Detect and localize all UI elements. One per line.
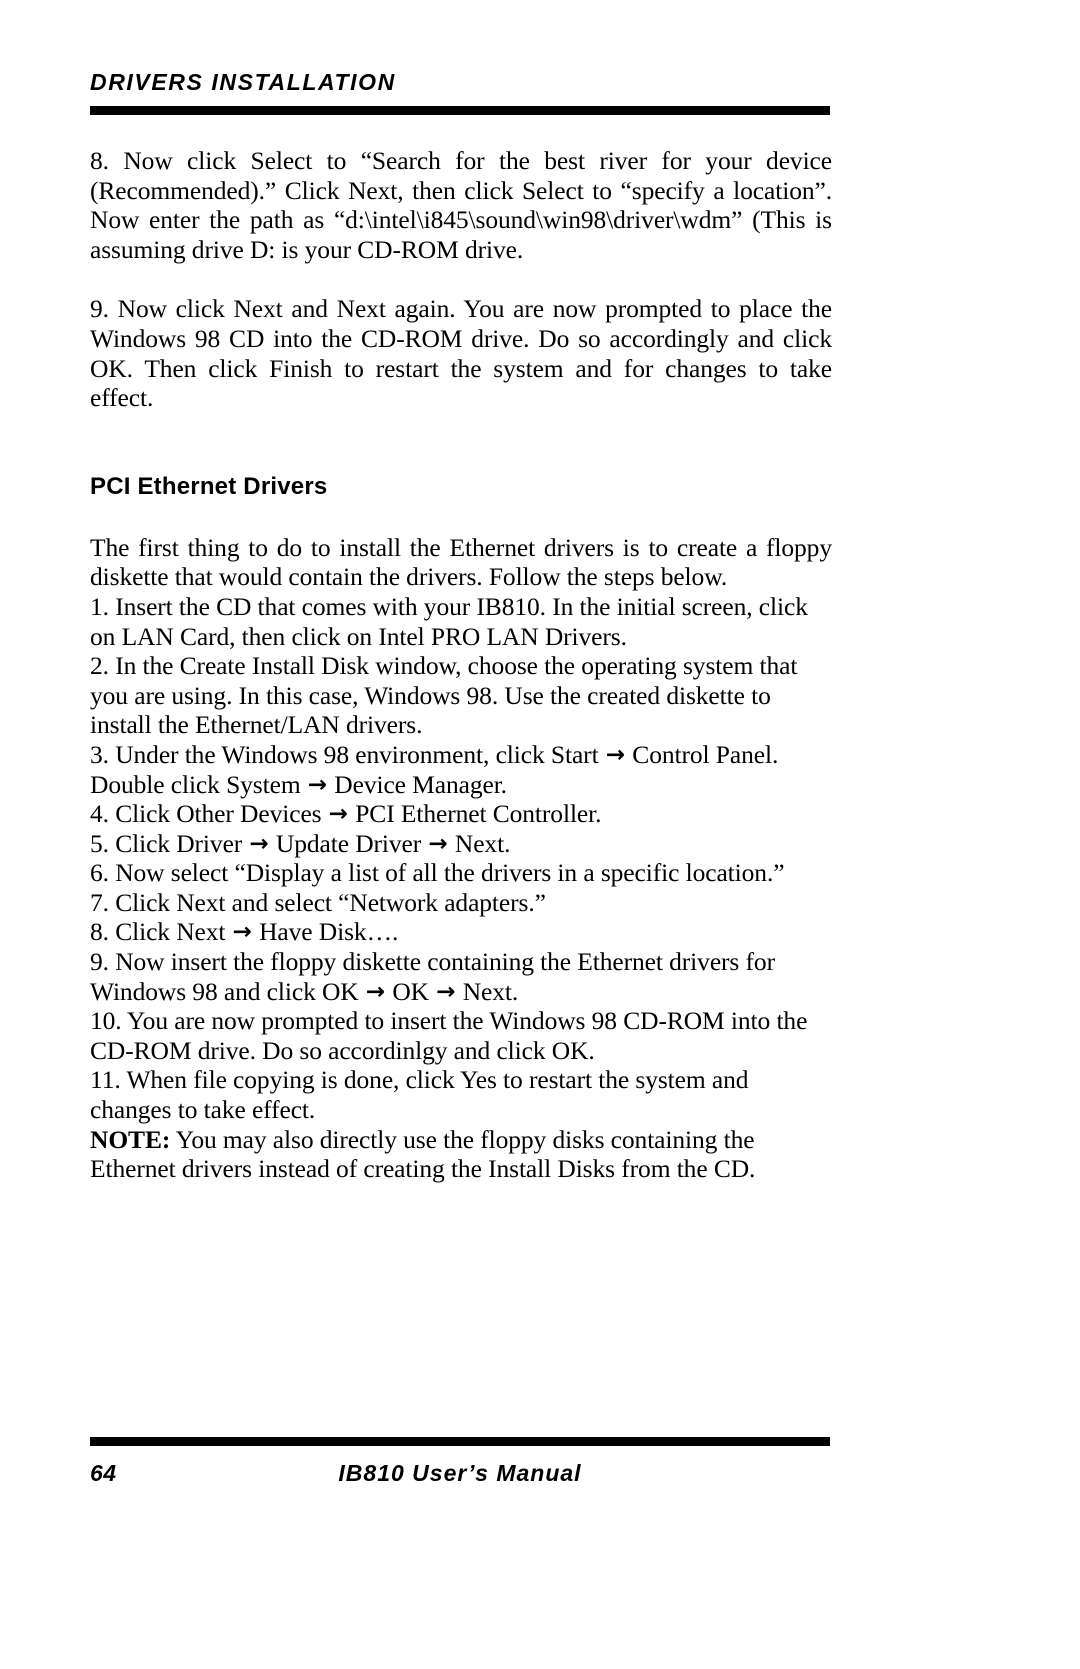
step-text: Next. [456,976,519,1006]
step-1: 1. Insert the CD that comes with your IB… [90,592,832,651]
heading-spacer-after [90,501,832,533]
step-text: 4. Click Other Devices [90,799,328,829]
step-2: 2. In the Create Install Disk window, ch… [90,651,832,740]
header-rule [90,106,830,115]
step-6: 6. Now select “Display a list of all the… [90,858,832,888]
right-arrow-icon: → [249,830,269,857]
right-arrow-icon: → [365,978,386,1005]
page-footer: 64 IB810 User’s Manual [90,1460,830,1500]
step-5: 5. Click Driver → Update Driver → Next. [90,829,832,859]
section-heading-pci-ethernet-drivers: PCI Ethernet Drivers [90,472,328,500]
step-text: 2. In the Create Install Disk window, ch… [90,651,798,740]
step-text: 7. Click Next and select “Network adapte… [90,887,546,917]
right-arrow-icon: → [307,771,328,798]
right-arrow-icon: → [605,741,626,768]
step-text: Have Disk…. [252,917,399,947]
step-text: 5. Click Driver [90,828,249,858]
paragraph-note: NOTE: You may also directly use the flop… [90,1125,832,1184]
step-text: 8. Click Next [90,917,232,947]
step-8: 8. Click Next → Have Disk…. [90,917,832,947]
right-arrow-icon: → [428,830,448,857]
step-text: OK [386,976,436,1006]
step-text: Update Driver [269,828,428,858]
step-text: Next. [448,828,511,858]
step-text: 3. Under the Windows 98 environment, cli… [90,739,605,769]
step-text: 11. When file copying is done, click Yes… [90,1065,749,1125]
right-arrow-icon: → [436,978,456,1005]
step-9: 9. Now insert the floppy diskette contai… [90,947,832,1006]
step-text: PCI Ethernet Controller. [348,799,602,829]
running-header-title: DRIVERS INSTALLATION [90,69,396,95]
heading-spacer-before [90,413,832,473]
right-arrow-icon: → [232,919,252,946]
step-text: Device Manager. [328,769,507,799]
steps-list: 1. Insert the CD that comes with your IB… [90,592,832,1125]
note-label: NOTE: [90,1124,171,1154]
step-11: 11. When file copying is done, click Yes… [90,1065,832,1124]
paragraph-step-9: 9. Now click Next and Next again. You ar… [90,294,832,413]
step-text: 6. Now select “Display a list of all the… [90,858,785,888]
paragraph-intro: The first thing to do to install the Eth… [90,532,832,592]
note-text: You may also directly use the floppy dis… [90,1124,756,1184]
paragraph-step-8: 8. Now click Select to “Search for the b… [90,146,832,264]
step-text: 10. You are now prompted to insert the W… [90,1006,808,1065]
step-10: 10. You are now prompted to insert the W… [90,1006,832,1065]
step-text: 1. Insert the CD that comes with your IB… [90,591,808,651]
step-3: 3. Under the Windows 98 environment, cli… [90,740,832,799]
footer-manual-title: IB810 User’s Manual [338,1460,582,1486]
step-7: 7. Click Next and select “Network adapte… [90,888,832,918]
manual-page: DRIVERS INSTALLATION 8. Now click Select… [0,0,1080,1669]
footer-rule [90,1437,830,1446]
step-4: 4. Click Other Devices → PCI Ethernet Co… [90,799,832,829]
right-arrow-icon: → [328,801,348,828]
page-body: 8. Now click Select to “Search for the b… [90,146,832,1184]
page-header: DRIVERS INSTALLATION [90,69,830,95]
